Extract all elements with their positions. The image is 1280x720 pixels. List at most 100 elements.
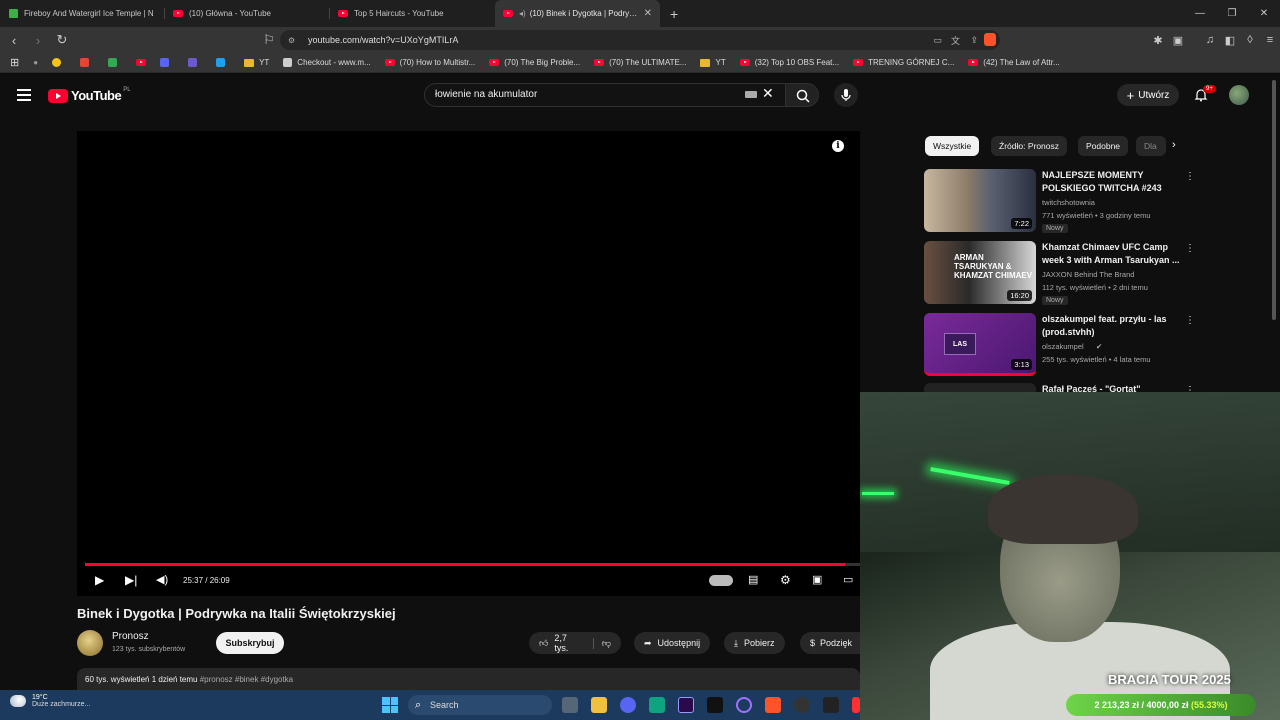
clear-search-icon[interactable]: ✕ xyxy=(762,85,774,102)
cast-icon[interactable]: ▭ xyxy=(933,35,942,46)
sidebar-icon[interactable]: ◧ xyxy=(1220,34,1240,47)
bookmark-app-icon[interactable] xyxy=(188,58,202,67)
share-button[interactable]: ➦ Udostępnij xyxy=(634,632,711,654)
voice-search-button[interactable] xyxy=(834,83,858,107)
recommendation-item[interactable]: ARMAN TSARUKYAN & KHAMZAT CHIMAEV 16:20 … xyxy=(924,241,1264,307)
rec-channel[interactable]: olszakumpel xyxy=(1042,342,1084,351)
play-icon[interactable]: ▶ xyxy=(95,573,104,587)
bookmark-app-icon[interactable] xyxy=(160,58,174,67)
subscribe-button[interactable]: Subskrybuj xyxy=(216,632,284,654)
page-scrollbar[interactable] xyxy=(1272,80,1276,320)
brave-shield-icon[interactable] xyxy=(984,33,996,46)
video-thumbnail[interactable]: 7:22 xyxy=(924,169,1036,232)
bookmark-folder[interactable]: YT xyxy=(244,58,269,67)
bookmark-folder[interactable]: YT xyxy=(700,58,726,67)
audio-playing-icon[interactable]: ◂) xyxy=(519,9,526,18)
more-options-icon[interactable]: ⋮ xyxy=(1185,243,1195,254)
minimize-icon[interactable]: — xyxy=(1184,0,1216,27)
bookmark-youtube-icon[interactable] xyxy=(136,59,147,66)
site-info-icon[interactable]: ⚙ xyxy=(288,36,298,45)
video-thumbnail[interactable]: ARMAN TSARUKYAN & KHAMZAT CHIMAEV 16:20 xyxy=(924,241,1036,304)
close-window-icon[interactable]: ✕ xyxy=(1248,0,1280,27)
url-bar[interactable]: ⚙ youtube.com/watch?v=UXoYgMTILrA ▭ 文 ⇪ xyxy=(280,30,1000,50)
create-button[interactable]: + Utwórz xyxy=(1117,84,1179,106)
brave-browser-icon[interactable] xyxy=(765,697,781,713)
more-options-icon[interactable]: ⋮ xyxy=(1185,385,1195,392)
like-dislike-button[interactable]: 👍︎ 2,7 tys. 👎︎ xyxy=(529,632,621,654)
account-avatar[interactable] xyxy=(1229,85,1249,105)
more-options-icon[interactable]: ⋮ xyxy=(1185,171,1195,182)
menu-icon[interactable]: ≡ xyxy=(1260,34,1280,46)
settings-gear-icon[interactable]: ⚙ xyxy=(780,573,791,587)
info-icon[interactable]: i xyxy=(832,140,844,152)
weather-widget[interactable]: 19°C Duże zachmurze... xyxy=(10,694,90,708)
windows-start-icon[interactable] xyxy=(382,697,398,713)
bookmark-item[interactable]: (42) The Law of Attr... xyxy=(968,58,1060,67)
bookmark-d-icon[interactable] xyxy=(216,58,230,67)
bookmark-item[interactable]: (32) Top 10 OBS Feat... xyxy=(739,58,839,67)
rec-title[interactable]: Khamzat Chimaev UFC Camp week 3 with Arm… xyxy=(1042,241,1182,266)
reload-icon[interactable]: ↻ xyxy=(52,32,72,48)
bookmark-item[interactable]: Checkout - www.m... xyxy=(283,58,371,67)
discord-icon[interactable] xyxy=(620,697,636,713)
recommendation-item[interactable]: 7:22 NAJLEPSZE MOMENTY POLSKIEGO TWITCHA… xyxy=(924,169,1264,235)
rec-title[interactable]: olszakumpel feat. przyłu - las (prod.stv… xyxy=(1042,313,1182,338)
bookmark-item[interactable]: (70) The Big Proble... xyxy=(489,58,580,67)
browser-tab[interactable]: Top 5 Haircuts - YouTube xyxy=(330,0,495,27)
bookmark-icon[interactable]: ⚐ xyxy=(259,32,279,48)
task-view-icon[interactable] xyxy=(562,697,578,713)
video-thumbnail[interactable] xyxy=(924,383,1036,392)
bookmark-drive-icon[interactable] xyxy=(108,58,122,67)
chip-similar[interactable]: Podobne xyxy=(1078,136,1129,156)
chip-all[interactable]: Wszystkie xyxy=(925,136,980,156)
video-thumbnail[interactable]: LAS 3:13 xyxy=(924,313,1036,376)
more-options-icon[interactable]: ⋮ xyxy=(1185,315,1195,326)
description-box[interactable]: 60 tys. wyświetleń 1 dzień temu #pronosz… xyxy=(77,668,860,690)
youtube-logo[interactable]: YouTube PL xyxy=(48,87,131,103)
recommendation-item[interactable]: LAS 3:13 olszakumpel feat. przyłu - las … xyxy=(924,313,1264,379)
thumbs-up-icon[interactable]: 👍︎ xyxy=(539,638,548,649)
capcut-icon[interactable] xyxy=(707,697,723,713)
rec-channel[interactable]: twitchshotownia xyxy=(1042,198,1095,207)
bookmark-item[interactable]: (70) The ULTIMATE... xyxy=(594,58,686,67)
thanks-button[interactable]: $ Podzięk xyxy=(800,632,860,654)
hamburger-menu-icon[interactable] xyxy=(17,89,31,104)
keyboard-icon[interactable] xyxy=(745,91,757,98)
media-icon[interactable]: ♫ xyxy=(1200,34,1220,46)
browser-tab[interactable]: (10) Główna - YouTube xyxy=(165,0,330,27)
app-icon[interactable] xyxy=(736,697,752,713)
next-icon[interactable]: ▶| xyxy=(125,573,137,587)
rec-title[interactable]: NAJLEPSZE MOMENTY POLSKIEGO TWITCHA #243 xyxy=(1042,169,1182,194)
channel-name[interactable]: Pronosz xyxy=(112,631,149,642)
rec-title[interactable]: Rafał Pacześ - "Gortat" xyxy=(1042,383,1182,392)
forward-icon[interactable]: › xyxy=(28,33,48,48)
share-icon[interactable]: ⇪ xyxy=(970,35,978,46)
theater-mode-icon[interactable]: ▭ xyxy=(843,573,853,586)
premiere-pro-icon[interactable] xyxy=(678,697,694,713)
volume-icon[interactable]: ◀) xyxy=(156,573,168,586)
rec-channel[interactable]: JAXXON Behind The Brand xyxy=(1042,270,1134,279)
translate-icon[interactable]: 文 xyxy=(951,34,960,47)
app-icon[interactable] xyxy=(852,697,860,713)
bookmark-item[interactable]: (70) How to Multistr... xyxy=(384,58,475,67)
obs-icon[interactable] xyxy=(794,697,810,713)
bookmark-item[interactable]: TRENING GÓRNEJ C... xyxy=(853,58,954,67)
channel-avatar[interactable] xyxy=(77,630,103,656)
chatgpt-icon[interactable] xyxy=(649,697,665,713)
chips-next-icon[interactable]: › xyxy=(1172,139,1176,151)
wallet-icon[interactable]: ▣ xyxy=(1168,34,1188,47)
miniplayer-icon[interactable]: ▣ xyxy=(812,573,822,586)
browser-tab[interactable]: Fireboy And Watergirl Ice Temple | N xyxy=(0,0,165,27)
search-input[interactable]: łowienie na akumulator xyxy=(424,83,786,107)
autoplay-toggle[interactable] xyxy=(709,575,733,586)
terminal-icon[interactable] xyxy=(823,697,839,713)
vpn-icon[interactable]: ◊ xyxy=(1240,34,1260,46)
bookmark-apple-icon[interactable]: ● xyxy=(33,58,38,67)
file-explorer-icon[interactable] xyxy=(591,697,607,713)
close-tab-icon[interactable]: ✕ xyxy=(644,8,652,19)
chip-for-you[interactable]: Dla xyxy=(1136,136,1166,156)
bookmark-gmail-icon[interactable] xyxy=(80,58,94,67)
browser-tab-active[interactable]: ◂) (10) Binek i Dygotka | Podrywka ✕ xyxy=(495,0,660,27)
download-button[interactable]: ⤓ Pobierz xyxy=(724,632,785,654)
search-button[interactable] xyxy=(785,83,819,107)
